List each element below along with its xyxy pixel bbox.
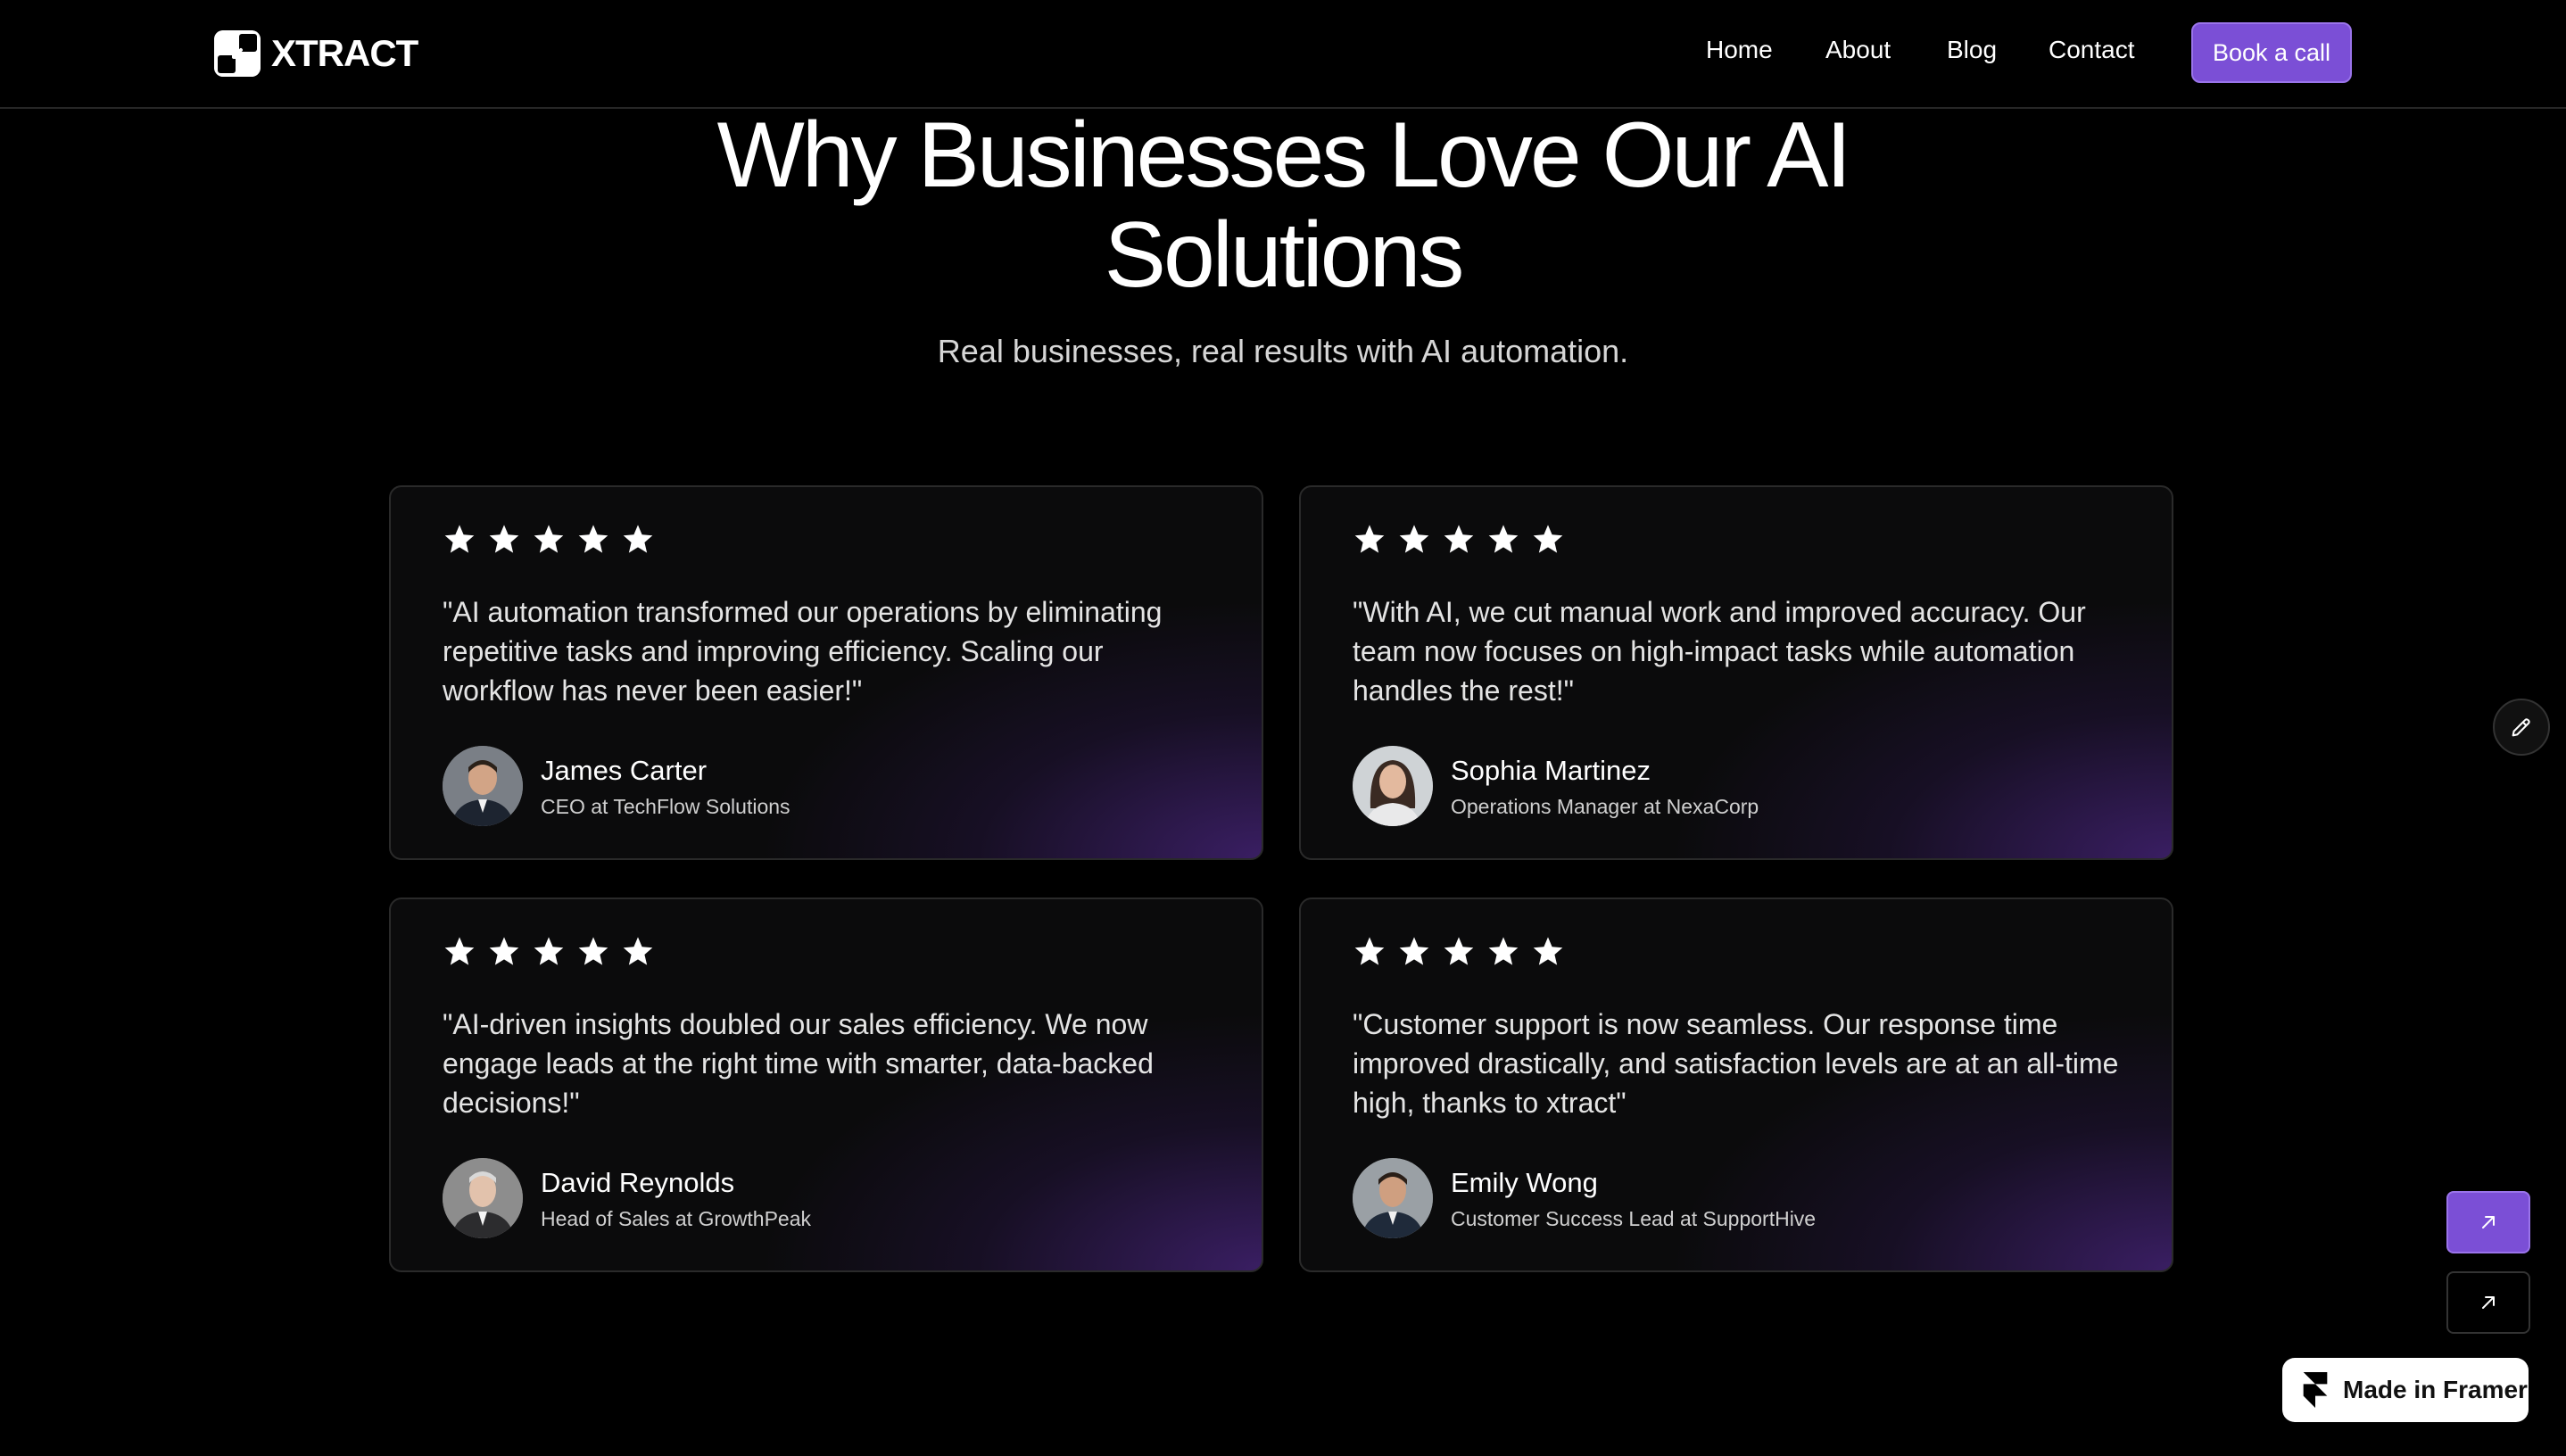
- primary-link-button[interactable]: [2446, 1191, 2530, 1253]
- testimonial-card: "AI-driven insights doubled our sales ef…: [389, 898, 1263, 1272]
- arrow-up-right-icon: [2482, 1216, 2495, 1228]
- site-header: XTRACT Home About Blog Contact Book a ca…: [0, 0, 2566, 109]
- secondary-link-button[interactable]: [2446, 1271, 2530, 1334]
- page-subtitle: Real businesses, real results with AI au…: [937, 333, 1629, 369]
- star-icon: [1533, 937, 1563, 965]
- star-icon: [489, 937, 519, 965]
- pencil-icon: [2512, 718, 2530, 737]
- xtract-logo-icon: [214, 30, 261, 77]
- title-line-2: Solutions: [1104, 203, 1465, 307]
- star-icon: [444, 525, 475, 553]
- testimonial-quote: "AI-driven insights doubled our sales ef…: [443, 1008, 1154, 1119]
- arrow-up-right-icon: [2482, 1296, 2495, 1309]
- author-role: Customer Success Lead at SupportHive: [1451, 1206, 1817, 1230]
- star-rating: [443, 935, 666, 969]
- star-icon: [1354, 525, 1385, 553]
- logo[interactable]: XTRACT: [214, 29, 418, 78]
- star-icon: [578, 525, 608, 553]
- nav-contact[interactable]: Contact: [2049, 36, 2135, 64]
- star-icon: [1444, 937, 1474, 965]
- author-name: Emily Wong: [1451, 1166, 1598, 1198]
- star-icon: [1354, 937, 1385, 965]
- author-name: Sophia Martinez: [1451, 754, 1651, 786]
- testimonial-card: "With AI, we cut manual work and improve…: [1299, 485, 2173, 860]
- star-icon: [623, 525, 653, 553]
- book-a-call-button[interactable]: Book a call: [2191, 22, 2352, 83]
- star-icon: [1399, 937, 1429, 965]
- testimonial-card: "AI automation transformed our operation…: [389, 485, 1263, 860]
- logo-text: XTRACT: [271, 32, 418, 74]
- testimonial-quote: "AI automation transformed our operation…: [443, 596, 1163, 707]
- star-icon: [578, 937, 608, 965]
- star-rating: [443, 523, 666, 557]
- testimonial-author: David Reynolds Head of Sales at GrowthPe…: [443, 1158, 811, 1238]
- edit-button[interactable]: [2493, 699, 2550, 756]
- avatar: [443, 746, 523, 826]
- author-role: Head of Sales at GrowthPeak: [541, 1206, 811, 1230]
- star-icon: [1399, 525, 1429, 553]
- star-rating: [1353, 523, 1576, 557]
- star-icon: [1488, 937, 1519, 965]
- author-name: David Reynolds: [541, 1166, 735, 1198]
- page: XTRACT Home About Blog Contact Book a ca…: [0, 0, 2566, 1456]
- nav-home[interactable]: Home: [1706, 36, 1773, 64]
- testimonial-card: "Customer support is now seamless. Our r…: [1299, 898, 2173, 1272]
- author-name: James Carter: [541, 754, 708, 786]
- star-icon: [1444, 525, 1474, 553]
- page-title: Why Businesses Love Our AI Solutions: [0, 105, 2566, 305]
- star-icon: [623, 937, 653, 965]
- testimonial-quote: "Customer support is now seamless. Our r…: [1353, 1008, 2119, 1119]
- testimonial-quote: "With AI, we cut manual work and improve…: [1353, 596, 2086, 707]
- star-icon: [534, 937, 564, 965]
- made-in-framer-badge[interactable]: Made in Framer: [2282, 1358, 2529, 1422]
- testimonial-author: Emily Wong Customer Success Lead at Supp…: [1353, 1158, 1816, 1238]
- star-icon: [489, 525, 519, 553]
- framer-badge-label: Made in Framer: [2343, 1376, 2528, 1403]
- nav-about[interactable]: About: [1825, 36, 1891, 64]
- testimonial-author: James Carter CEO at TechFlow Solutions: [443, 746, 790, 826]
- star-icon: [444, 937, 475, 965]
- star-icon: [534, 525, 564, 553]
- star-icon: [1533, 525, 1563, 553]
- avatar: [1353, 746, 1433, 826]
- avatar: [443, 1158, 523, 1238]
- testimonial-author: Sophia Martinez Operations Manager at Ne…: [1353, 746, 1759, 826]
- star-icon: [1488, 525, 1519, 553]
- star-rating: [1353, 935, 1576, 969]
- title-line-1: Why Businesses Love Our AI: [716, 103, 1852, 207]
- author-role: Operations Manager at NexaCorp: [1451, 794, 1759, 818]
- nav-blog[interactable]: Blog: [1947, 36, 1997, 64]
- author-role: CEO at TechFlow Solutions: [541, 794, 790, 818]
- avatar: [1353, 1158, 1433, 1238]
- framer-logo-icon: [2303, 1372, 2328, 1408]
